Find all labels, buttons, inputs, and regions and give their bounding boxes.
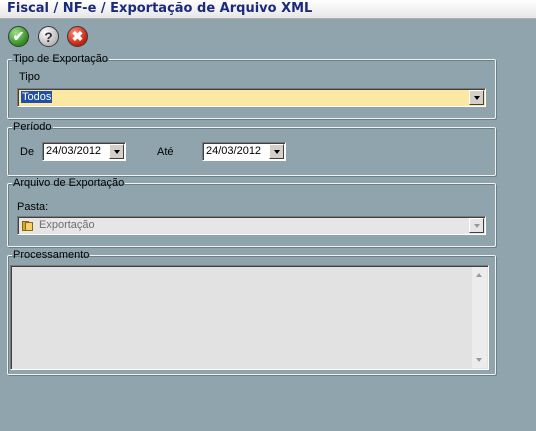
de-label: De	[20, 146, 35, 158]
tipo-label: Tipo	[19, 71, 40, 83]
tipo-exportacao-group: Tipo de Exportação	[7, 53, 496, 119]
tipo-select-value: Todos	[21, 91, 53, 103]
cancel-button[interactable]: ✖	[67, 26, 88, 47]
tipo-select[interactable]: Todos	[17, 88, 486, 107]
de-date-picker[interactable]: 24/03/2012	[42, 142, 126, 161]
pasta-select[interactable]: Exportação	[17, 216, 486, 235]
periodo-legend: Período	[13, 121, 52, 133]
tipo-dropdown-button[interactable]	[469, 90, 484, 105]
close-icon: ✖	[71, 28, 84, 44]
ate-date-picker[interactable]: 24/03/2012	[202, 142, 286, 161]
arquivo-exportacao-legend: Arquivo de Exportação	[13, 177, 125, 189]
ate-label: Até	[157, 146, 174, 158]
question-icon: ?	[44, 28, 53, 45]
confirm-button[interactable]: ✔	[8, 26, 29, 47]
pasta-dropdown-button[interactable]	[469, 218, 484, 233]
de-date-value: 24/03/2012	[46, 145, 102, 157]
chevron-down-icon	[113, 149, 120, 154]
ate-date-dropdown-button[interactable]	[269, 144, 284, 159]
window-title: Fiscal / NF-e / Exportação de Arquivo XM…	[7, 1, 313, 16]
de-date-dropdown-button[interactable]	[109, 144, 124, 159]
title-bar: Fiscal / NF-e / Exportação de Arquivo XM…	[0, 0, 536, 19]
chevron-down-icon	[473, 223, 480, 228]
chevron-down-icon	[473, 95, 480, 100]
ate-date-value: 24/03/2012	[206, 145, 262, 157]
pasta-label: Pasta:	[17, 201, 49, 213]
chevron-down-icon	[273, 149, 280, 154]
processamento-legend: Processamento	[13, 249, 90, 261]
arquivo-exportacao-group: Arquivo de Exportação	[7, 177, 496, 247]
help-button[interactable]: ?	[38, 26, 59, 47]
folder-icon	[22, 220, 33, 231]
check-icon: ✔	[12, 28, 25, 44]
processamento-log[interactable]	[10, 265, 489, 370]
pasta-select-value: Exportação	[39, 219, 95, 231]
scroll-down-icon[interactable]	[476, 358, 482, 362]
tipo-exportacao-legend: Tipo de Exportação	[13, 53, 108, 65]
scroll-up-icon[interactable]	[476, 273, 482, 277]
log-scrollbar[interactable]	[472, 267, 487, 368]
